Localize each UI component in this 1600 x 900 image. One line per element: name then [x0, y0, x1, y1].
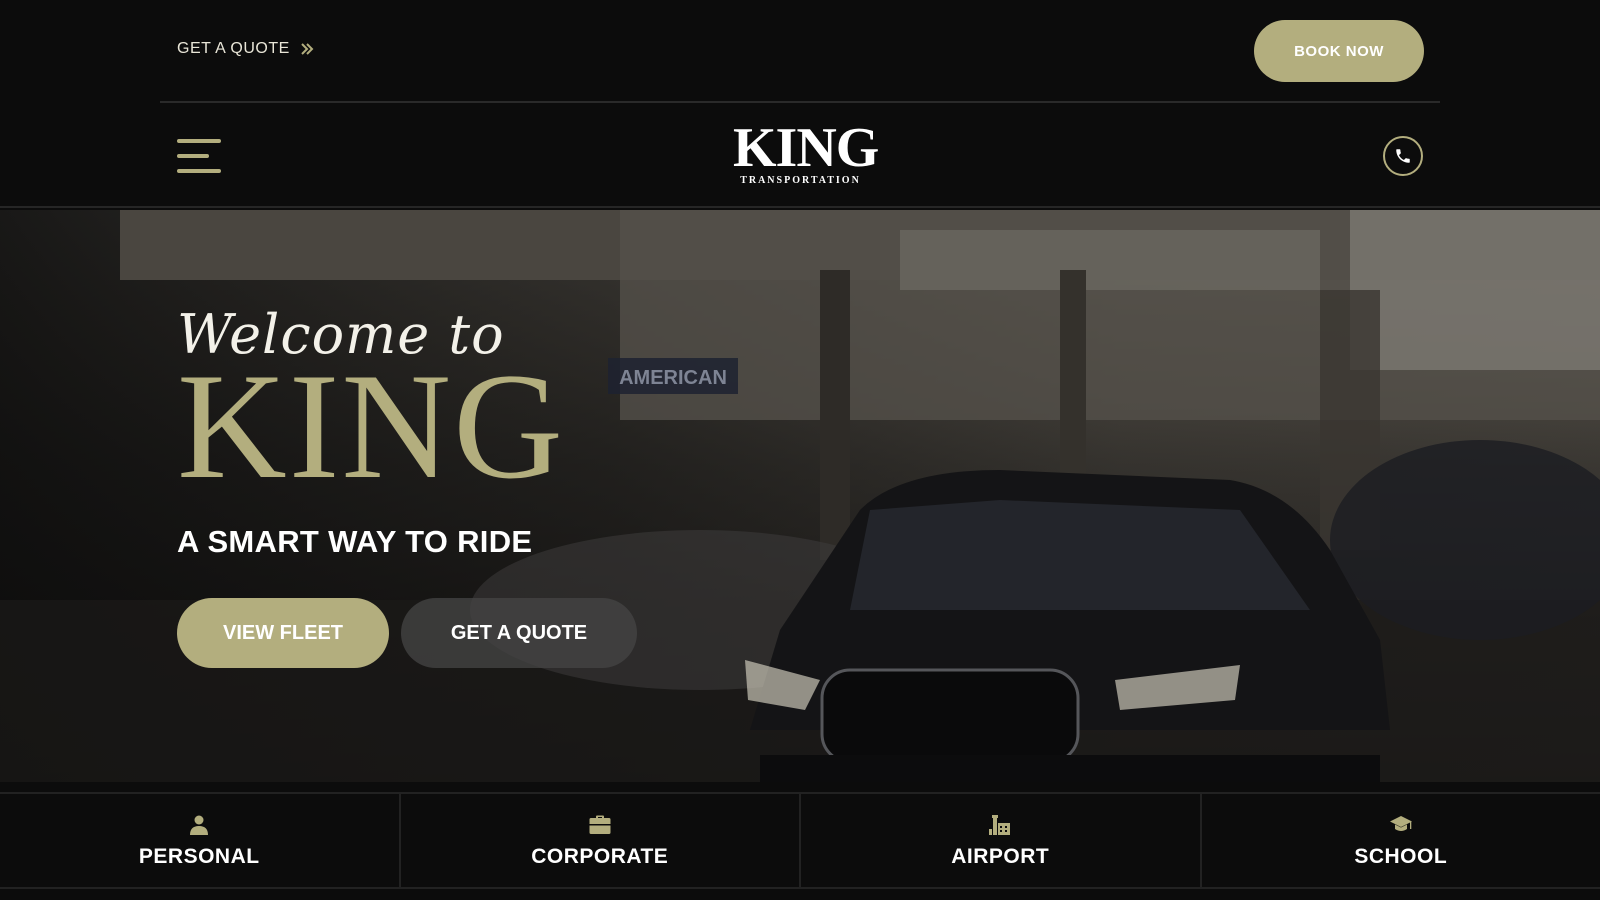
- tagline: A SMART WAY TO RIDE: [177, 524, 533, 559]
- service-tab-airport[interactable]: AIRPORT: [801, 794, 1202, 887]
- get-a-quote-button[interactable]: GET A QUOTE: [401, 598, 637, 668]
- view-fleet-button[interactable]: VIEW FLEET: [177, 598, 389, 668]
- phone-icon: [1396, 149, 1410, 163]
- double-chevron-right-icon: [301, 43, 314, 55]
- main-navbar: KING TRANSPORTATION: [0, 103, 1600, 208]
- airport-tower-icon: [989, 814, 1011, 835]
- service-tab-corporate[interactable]: CORPORATE: [401, 794, 801, 887]
- service-tab-personal[interactable]: PERSONAL: [0, 794, 401, 887]
- service-tabs: PERSONAL CORPORATE AIRPORT SCHOOL: [0, 792, 1600, 889]
- logo[interactable]: KING TRANSPORTATION: [733, 117, 879, 189]
- graduation-cap-icon: [1389, 815, 1412, 831]
- briefcase-icon: [589, 815, 611, 834]
- top-bar: GET A QUOTE BOOK NOW: [0, 0, 1600, 103]
- logo-subtitle: TRANSPORTATION: [740, 175, 861, 186]
- phone-button[interactable]: [1383, 136, 1423, 176]
- service-label: SCHOOL: [1354, 844, 1448, 868]
- service-label: PERSONAL: [138, 844, 260, 868]
- get-a-quote-label: GET A QUOTE: [177, 40, 290, 57]
- hero-section: AMERICAN Welcome to KING A SMART WAY TO …: [0, 210, 1600, 782]
- logo-wordmark: KING: [733, 117, 879, 179]
- hero-buttons: VIEW FLEET GET A QUOTE: [177, 598, 637, 668]
- service-label: CORPORATE: [531, 844, 669, 868]
- hero-content: Welcome to KING A SMART WAY TO RIDE VIEW…: [177, 308, 637, 668]
- brand-heading: KING: [177, 342, 565, 510]
- service-label: AIRPORT: [951, 844, 1050, 868]
- service-tab-school[interactable]: SCHOOL: [1202, 794, 1600, 887]
- book-now-button[interactable]: BOOK NOW: [1254, 20, 1424, 82]
- person-icon: [190, 815, 209, 835]
- get-a-quote-link[interactable]: GET A QUOTE: [177, 40, 314, 58]
- hamburger-menu-icon[interactable]: [177, 139, 221, 173]
